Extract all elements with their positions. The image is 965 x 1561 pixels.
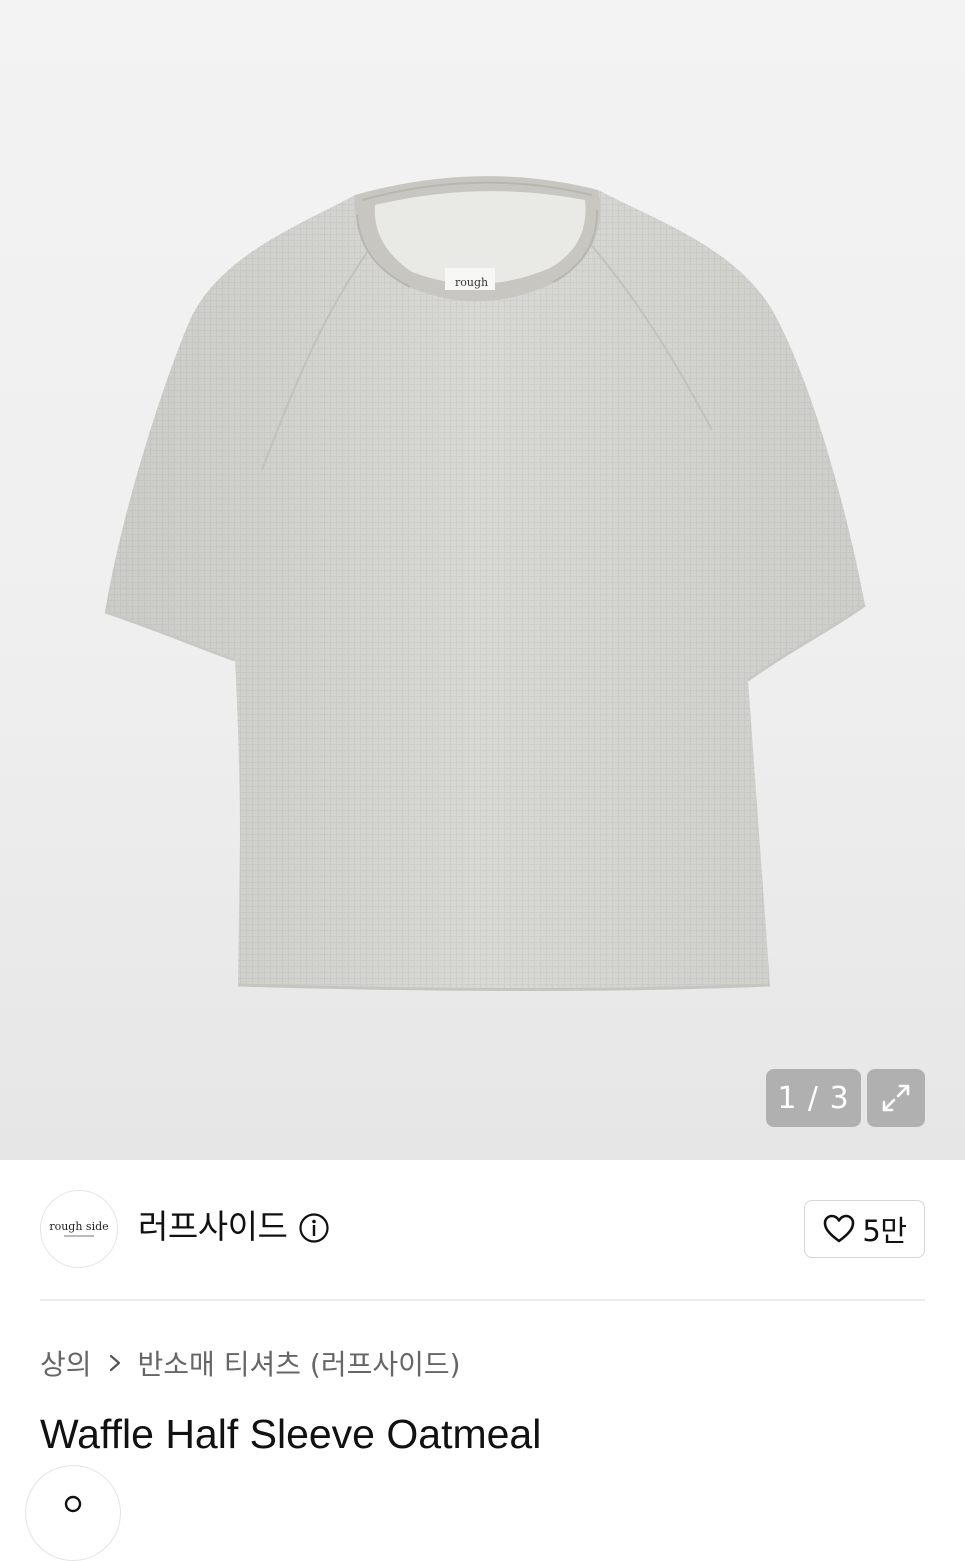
- brand-logo-text: rough side: [49, 1220, 109, 1233]
- info-icon[interactable]: [298, 1212, 330, 1244]
- brand-row: rough side 러프사이드 5만: [40, 1190, 925, 1270]
- brand-name[interactable]: 러프사이드: [138, 1207, 288, 1247]
- like-count: 5만: [862, 1214, 907, 1248]
- breadcrumb-item-subcategory[interactable]: 반소매 티셔츠 (러프사이드): [138, 1343, 461, 1383]
- heart-icon: [824, 1214, 855, 1243]
- like-button[interactable]: 5만: [804, 1200, 925, 1258]
- expand-icon: [882, 1084, 910, 1112]
- breadcrumb: 상의 반소매 티셔츠 (러프사이드): [40, 1343, 461, 1383]
- pager-text: 1 / 3: [777, 1080, 850, 1116]
- product-image: rough: [104, 176, 866, 992]
- svg-text:rough: rough: [455, 276, 488, 289]
- partial-circle-button[interactable]: [25, 1465, 121, 1561]
- product-title: Waffle Half Sleeve Oatmeal: [40, 1411, 542, 1457]
- brand-logo-subline: [64, 1235, 94, 1237]
- brand-logo[interactable]: rough side: [40, 1190, 118, 1268]
- chevron-right-icon: [109, 1354, 120, 1372]
- divider: [40, 1299, 925, 1301]
- breadcrumb-item-category[interactable]: 상의: [40, 1343, 92, 1383]
- expand-image-button[interactable]: [867, 1069, 925, 1127]
- product-image-gallery[interactable]: rough 1 / 3: [0, 0, 965, 1160]
- location-pin-icon: [64, 1495, 82, 1513]
- image-pager: 1 / 3: [766, 1069, 861, 1127]
